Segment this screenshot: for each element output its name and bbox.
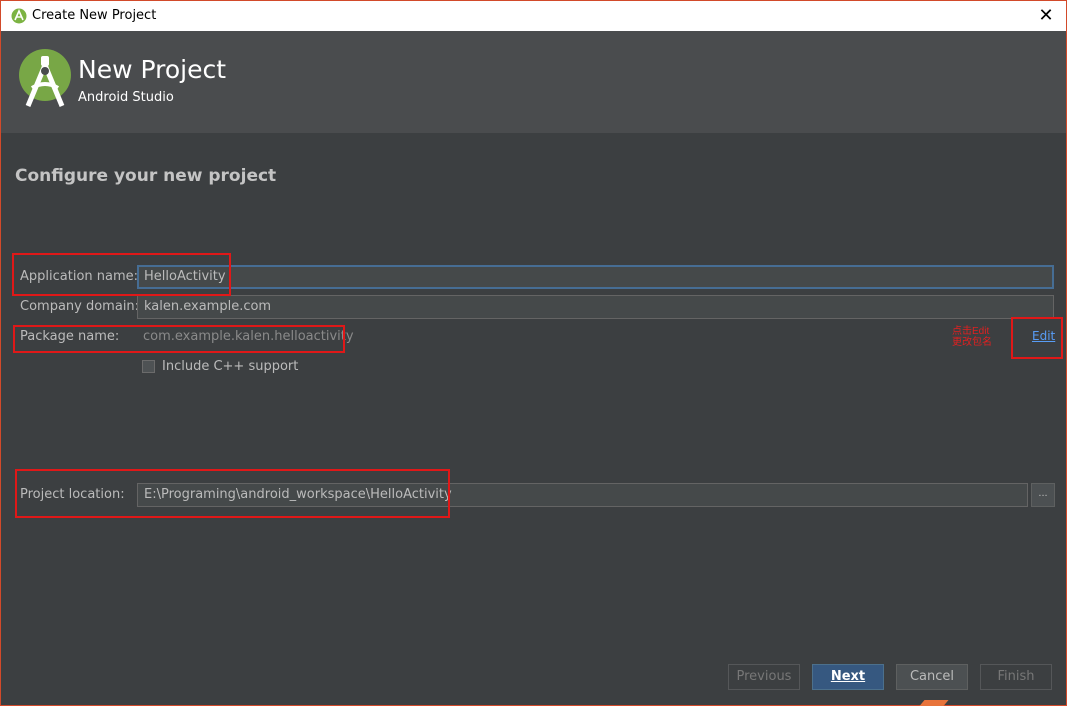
android-studio-icon xyxy=(11,8,27,24)
cpp-support-label: Include C++ support xyxy=(162,359,299,374)
main-content: Configure your new project Application n… xyxy=(1,133,1066,705)
company-domain-input[interactable]: kalen.example.com xyxy=(137,295,1054,319)
page-title: Configure your new project xyxy=(15,166,277,186)
application-name-label: Application name: xyxy=(20,269,139,284)
package-name-value: com.example.kalen.helloactivity xyxy=(143,329,354,344)
project-location-label: Project location: xyxy=(20,487,125,502)
next-button[interactable]: Next xyxy=(812,664,884,690)
previous-button[interactable]: Previous xyxy=(728,664,800,690)
edit-annotation: 点击Edit 更改包名 xyxy=(952,326,1008,348)
browse-button[interactable]: ... xyxy=(1031,483,1055,507)
android-studio-logo xyxy=(19,49,71,107)
annotation-line-1: 点击Edit xyxy=(952,326,990,337)
annotation-line-2: 更改包名 xyxy=(952,337,992,348)
title-bar: Create New Project ✕ xyxy=(1,1,1066,31)
application-name-input[interactable]: HelloActivity xyxy=(137,265,1054,289)
create-new-project-dialog: Create New Project ✕ New Project Android… xyxy=(0,0,1067,706)
window-title: Create New Project xyxy=(32,8,157,23)
cpp-support-checkbox[interactable] xyxy=(142,360,155,373)
taskbar-edge-mark xyxy=(919,700,949,706)
cancel-button[interactable]: Cancel xyxy=(896,664,968,690)
company-domain-label: Company domain: xyxy=(20,299,140,314)
finish-button[interactable]: Finish xyxy=(980,664,1052,690)
header-title: New Project xyxy=(78,55,227,84)
close-icon[interactable]: ✕ xyxy=(1036,5,1056,25)
package-name-label: Package name: xyxy=(20,329,120,344)
edit-package-link[interactable]: Edit xyxy=(1032,329,1055,343)
header-subtitle: Android Studio xyxy=(78,90,174,105)
header-banner: New Project Android Studio xyxy=(1,31,1066,133)
project-location-input[interactable]: E:\Programing\android_workspace\HelloAct… xyxy=(137,483,1028,507)
